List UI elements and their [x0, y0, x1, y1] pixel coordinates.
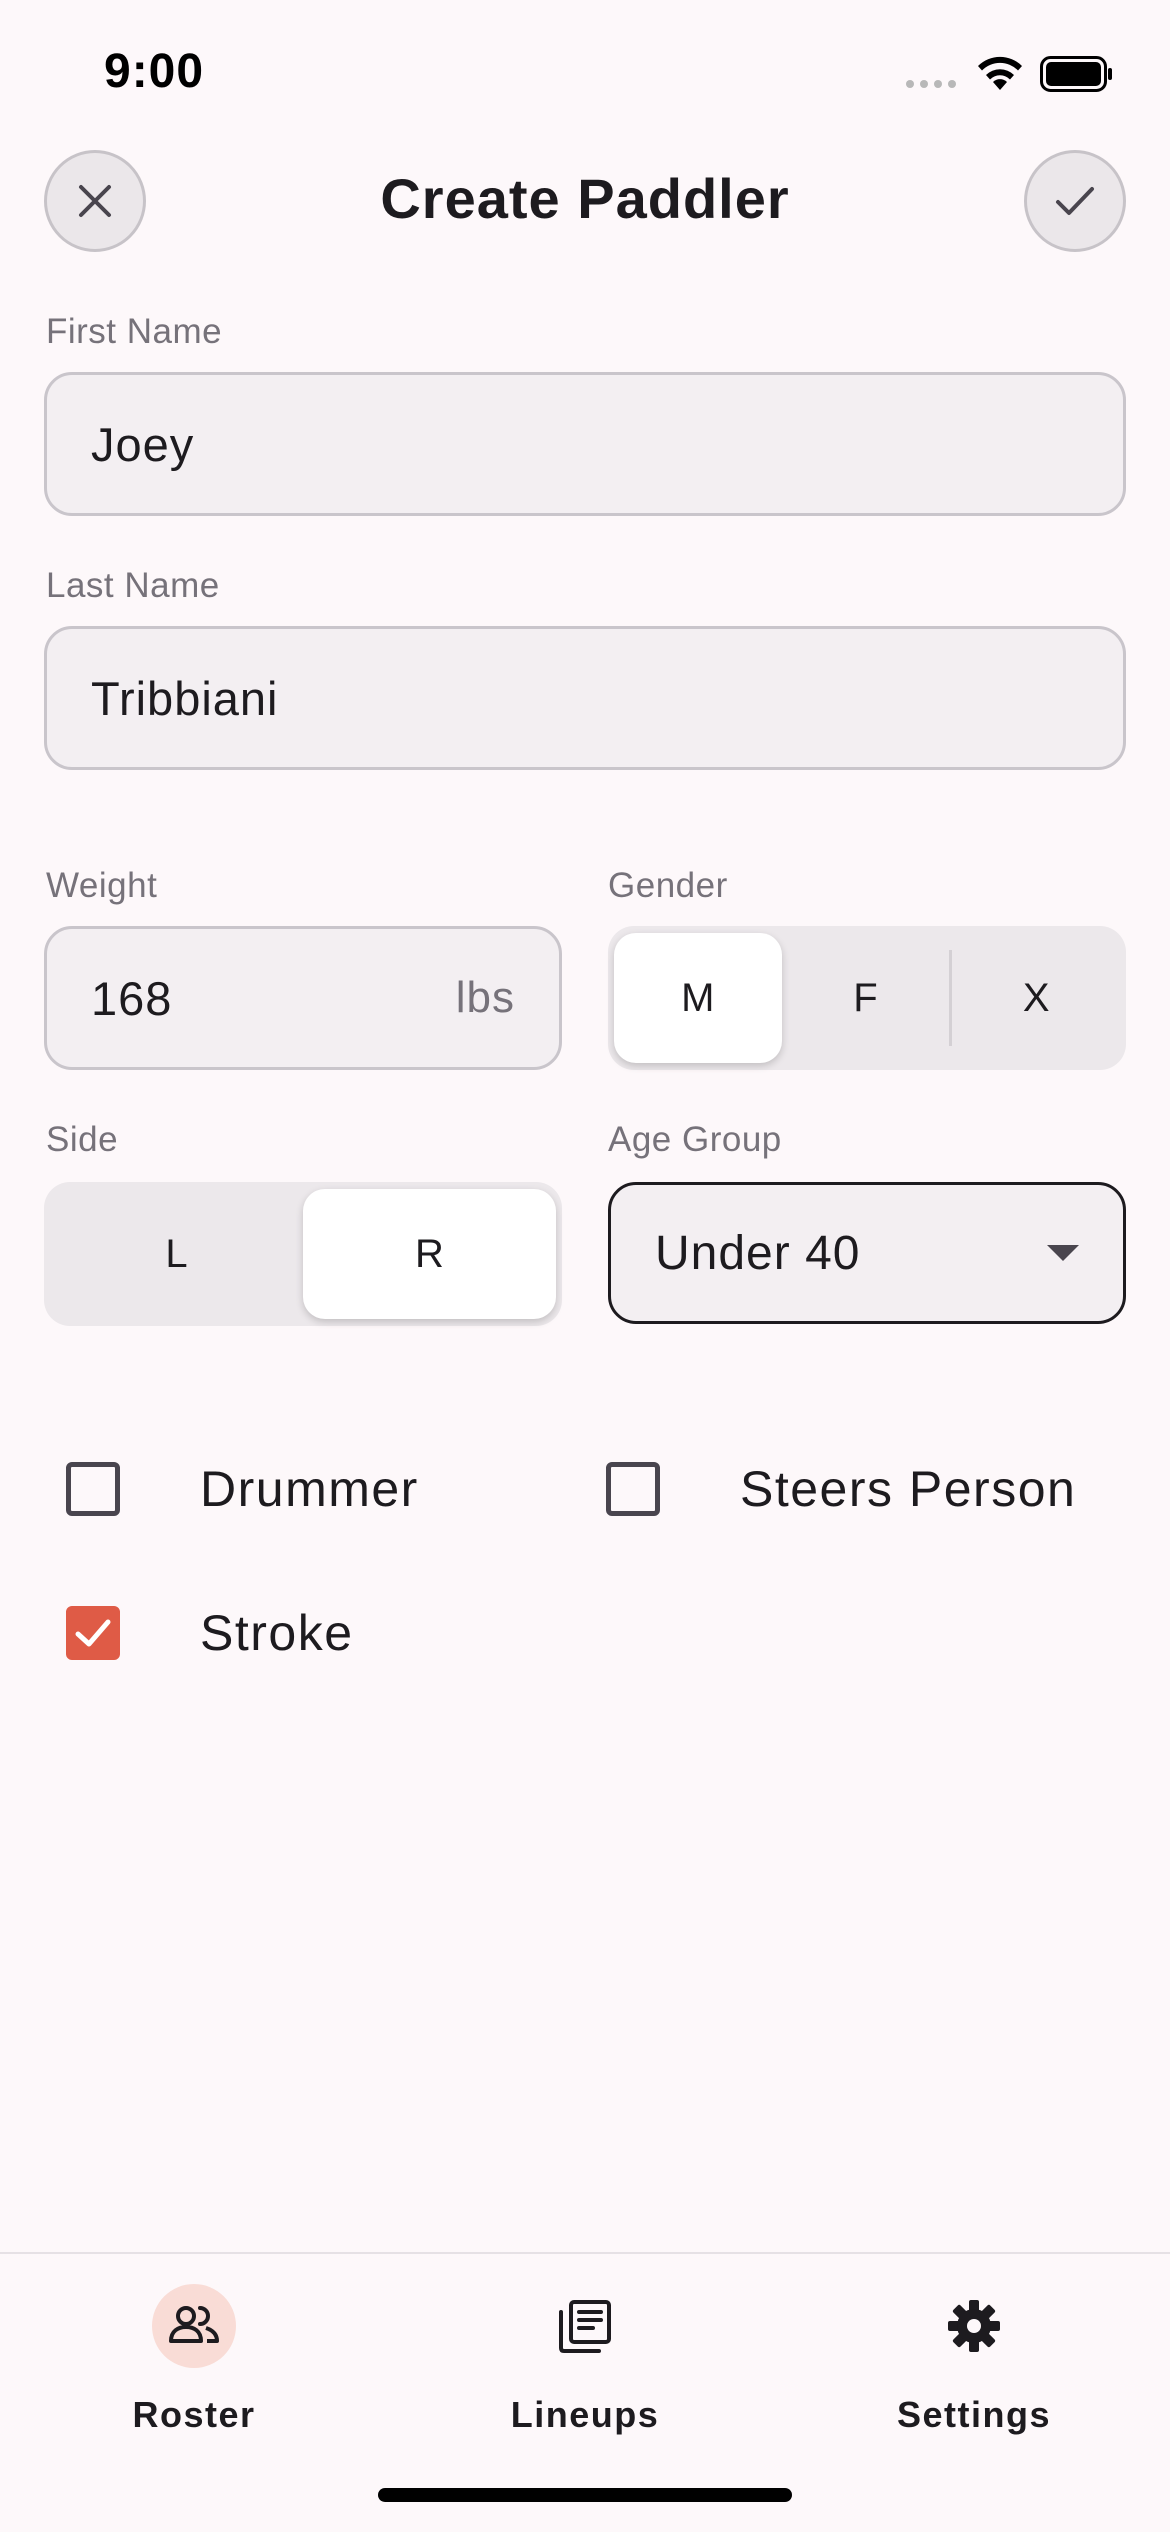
- stroke-checkbox[interactable]: [66, 1606, 120, 1660]
- status-bar: 9:00: [0, 0, 1170, 140]
- stroke-label: Stroke: [200, 1605, 354, 1661]
- nav-settings-label: Settings: [896, 2394, 1051, 2435]
- nav-item-roster[interactable]: Roster: [64, 2284, 324, 2436]
- weight-label: Weight: [46, 866, 158, 905]
- cellular-signal-icon: [906, 80, 956, 88]
- drummer-checkbox[interactable]: [66, 1462, 120, 1516]
- age-group-value: Under 40: [655, 1226, 861, 1280]
- drummer-label: Drummer: [200, 1461, 419, 1517]
- nav-roster-indicator: [152, 2284, 236, 2368]
- gender-segmented-control: M F X: [608, 926, 1126, 1070]
- confirm-button[interactable]: [1024, 150, 1126, 252]
- weight-value: 168: [91, 971, 173, 1025]
- steers-person-checkbox-row[interactable]: Steers Person: [606, 1460, 1076, 1518]
- gender-option-m[interactable]: M: [614, 933, 782, 1063]
- nav-item-settings[interactable]: Settings: [844, 2284, 1104, 2436]
- battery-icon: [1040, 56, 1112, 92]
- weight-unit: lbs: [455, 973, 515, 1022]
- side-option-left[interactable]: L: [50, 1189, 303, 1319]
- page-title: Create Paddler: [380, 167, 790, 230]
- last-name-field[interactable]: Tribbiani: [44, 626, 1126, 770]
- weight-field[interactable]: 168 lbs: [44, 926, 562, 1070]
- age-group-dropdown[interactable]: Under 40: [608, 1182, 1126, 1324]
- nav-lineups-indicator: [543, 2284, 627, 2368]
- gear-icon: [948, 2300, 1000, 2352]
- status-time: 9:00: [104, 45, 205, 98]
- side-segmented-control: L R: [44, 1182, 562, 1326]
- age-group-label: Age Group: [608, 1120, 782, 1159]
- steers-person-checkbox[interactable]: [606, 1462, 660, 1516]
- gender-option-x[interactable]: X: [952, 933, 1120, 1063]
- first-name-value: Joey: [91, 417, 195, 471]
- people-icon: [169, 2306, 219, 2343]
- first-name-label: First Name: [46, 312, 223, 351]
- last-name-label: Last Name: [46, 566, 220, 605]
- side-label: Side: [46, 1120, 119, 1159]
- drummer-checkbox-row[interactable]: Drummer: [66, 1460, 419, 1518]
- first-name-field[interactable]: Joey: [44, 372, 1126, 516]
- last-name-value: Tribbiani: [91, 671, 279, 725]
- wifi-icon: [978, 56, 1022, 90]
- checkmark-icon: [1056, 187, 1094, 215]
- home-indicator: [378, 2488, 792, 2502]
- nav-item-lineups[interactable]: Lineups: [455, 2284, 715, 2436]
- nav-settings-indicator: [932, 2284, 1016, 2368]
- steers-person-label: Steers Person: [740, 1461, 1077, 1517]
- gender-label: Gender: [608, 866, 728, 905]
- dropdown-caret-icon: [1047, 1245, 1079, 1261]
- nav-lineups-label: Lineups: [510, 2394, 660, 2435]
- side-option-right[interactable]: R: [303, 1189, 556, 1319]
- stroke-checkbox-row[interactable]: Stroke: [66, 1604, 354, 1662]
- lineups-icon: [559, 2300, 611, 2353]
- nav-roster-label: Roster: [132, 2394, 256, 2435]
- checkmark-icon: [75, 1619, 111, 1647]
- gender-option-f[interactable]: F: [782, 933, 950, 1063]
